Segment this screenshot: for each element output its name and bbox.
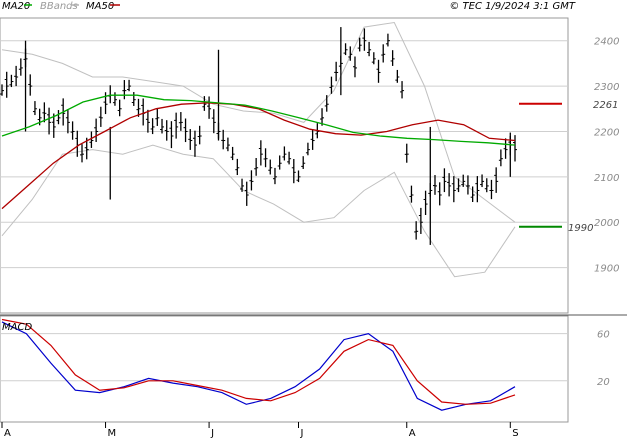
month-label-0: A <box>4 428 11 439</box>
macd-tick-label-20: 20 <box>597 377 610 388</box>
month-label-5: S <box>512 428 518 439</box>
macd-tick-label-60: 60 <box>597 330 610 341</box>
support-level-label: 1990 <box>568 223 593 234</box>
tick-label-1900: 1900 <box>594 264 619 275</box>
legend-ma20-label: MA20 <box>2 1 30 12</box>
month-label-2: J <box>210 428 214 439</box>
legend: MA20 BBands MA50 <box>2 1 120 12</box>
chart-canvas: 2261 1990 1900 2000 2100 2200 2300 2400 20 60 A… <box>0 0 627 440</box>
tick-label-2300: 2300 <box>594 82 619 93</box>
month-label-3: J <box>300 428 304 439</box>
copyright-text: © TEC 1/9/2024 3:1 GMT <box>449 1 576 12</box>
tick-label-2100: 2100 <box>594 173 619 184</box>
price-chart: 2261 1990 1900 2000 2100 2200 2300 2400 20 60 A… <box>0 0 627 440</box>
tick-label-2000: 2000 <box>594 218 619 229</box>
macd-title: MACD <box>2 322 32 333</box>
legend-ma50-label: MA50 <box>86 1 114 12</box>
month-label-4: A <box>409 428 416 439</box>
month-label-1: M <box>108 428 117 439</box>
tick-label-2400: 2400 <box>594 37 619 48</box>
tick-label-2200: 2200 <box>594 127 619 138</box>
resistance-level-label: 2261 <box>593 100 618 111</box>
legend-bbands-label: BBands <box>40 1 78 12</box>
